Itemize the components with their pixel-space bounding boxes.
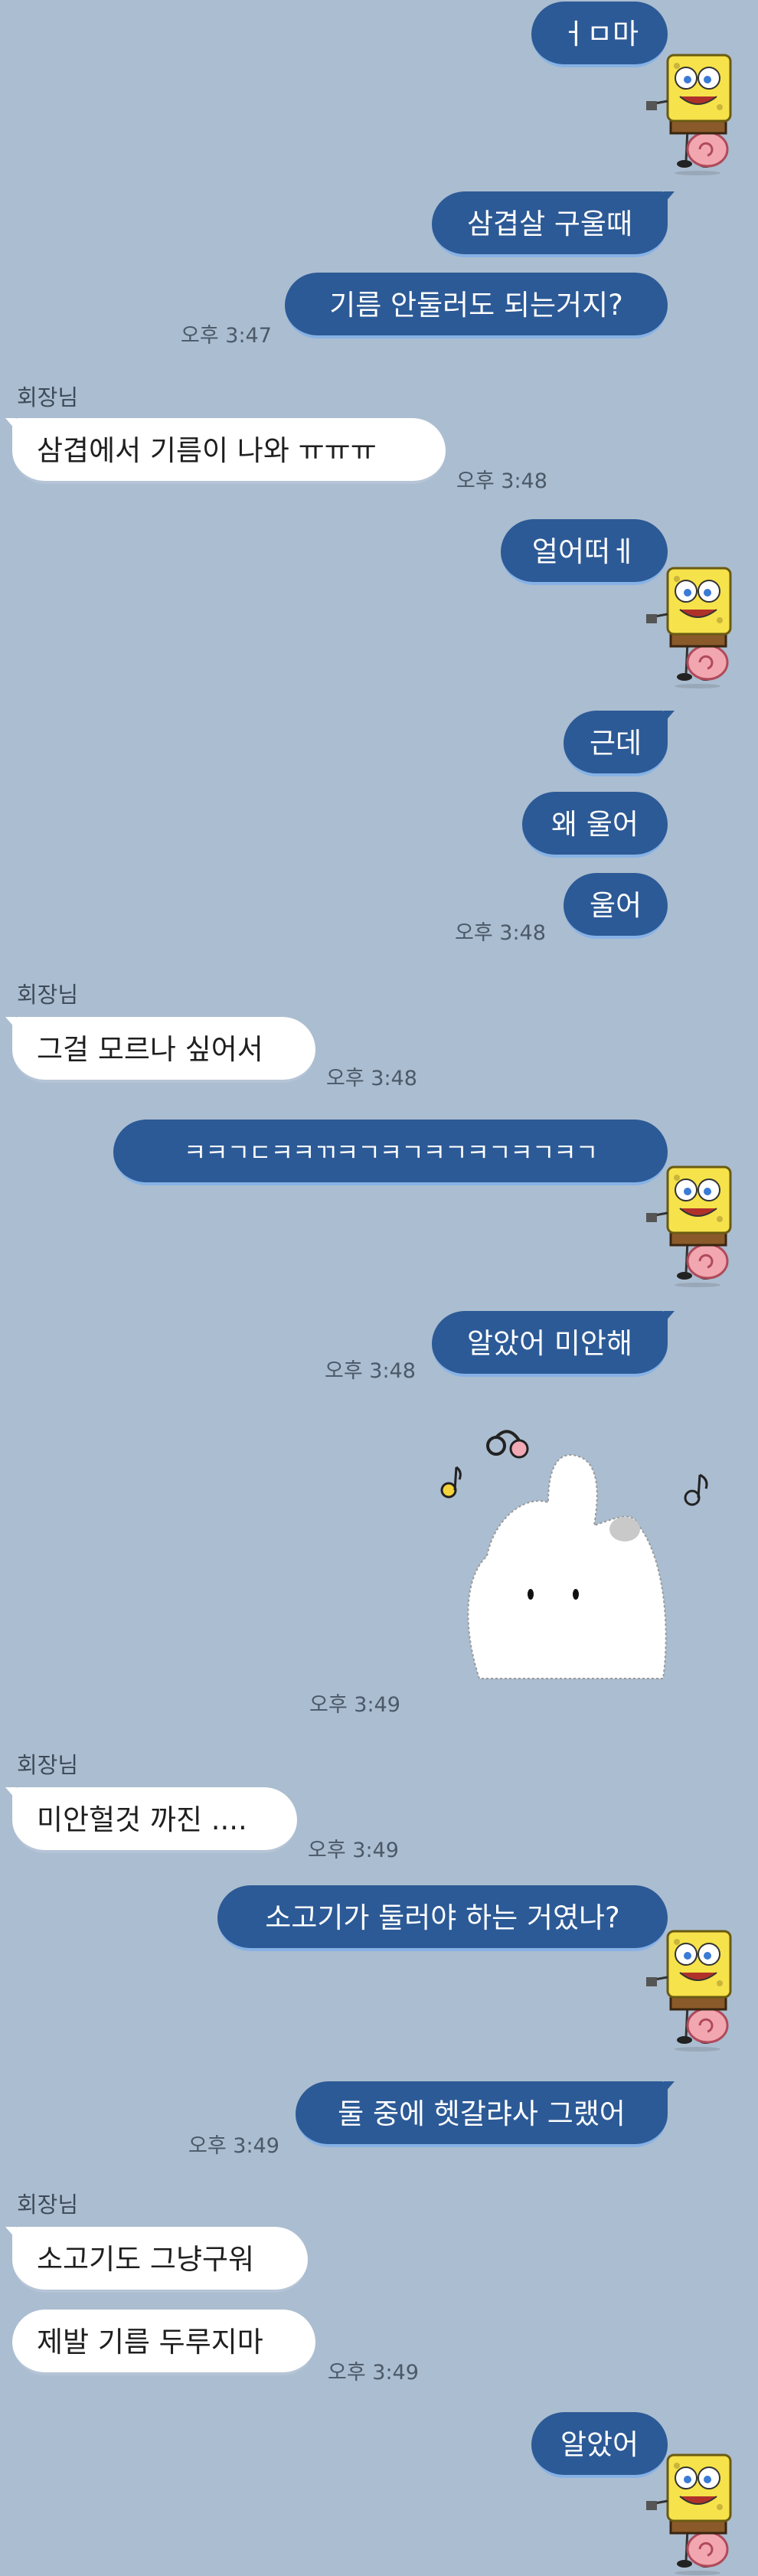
message-timestamp: 오후 3:49 <box>188 2134 279 2158</box>
message-timestamp: 오후 3:49 <box>308 1839 399 1862</box>
message-text: 미안헐것 까진 .... <box>37 1803 247 1836</box>
their-message-bubble[interactable]: 그걸 모르나 싶어서 <box>5 1017 315 1083</box>
sender-name: 회장님 <box>17 384 79 410</box>
profile-avatar-sponge-icon[interactable] <box>640 2446 758 2576</box>
message-text: 기름 안둘러도 되는거지? <box>329 289 623 322</box>
their-message-bubble[interactable]: 삼겹에서 기름이 나와 ㅠㅠㅠ <box>5 418 446 484</box>
my-message-bubble[interactable]: 알았어 미안해 <box>432 1311 675 1377</box>
profile-avatar-sponge-icon[interactable] <box>640 46 758 176</box>
my-message-bubble[interactable]: 소고기가 둘러야 하는 거였나? <box>217 1885 668 1951</box>
message-timestamp: 오후 3:48 <box>326 1067 417 1090</box>
message-text: 삼겹살 구울때 <box>466 208 632 240</box>
message-text: 근데 <box>589 727 642 760</box>
message-text: 울어 <box>589 889 642 922</box>
message-text: 제발 기름 두루지마 <box>37 2326 263 2359</box>
sender-name: 회장님 <box>17 982 79 1008</box>
my-message-bubble[interactable]: 울어 <box>564 873 668 939</box>
message-timestamp: 오후 3:49 <box>328 2361 419 2385</box>
message-text: 알았어 <box>560 2428 639 2461</box>
profile-avatar-sponge-icon[interactable] <box>640 559 758 689</box>
profile-avatar-sponge-icon[interactable] <box>640 1922 758 2052</box>
their-message-bubble[interactable]: 미안헐것 까진 .... <box>5 1787 297 1853</box>
chat-window: ㅓㅁ마 삼겹살 구울때 기름 안둘러도 되는거지? 오후 3:47 회장님 삼겹… <box>0 0 758 2568</box>
message-text: 둘 중에 헷갈랴사 그랬어 <box>338 2097 626 2130</box>
message-text: 소고기가 둘러야 하는 거였나? <box>265 1901 620 1934</box>
bunny-sticker-icon[interactable] <box>433 1403 721 1680</box>
sender-name: 회장님 <box>17 1752 79 1778</box>
message-text: 알았어 미안해 <box>466 1327 632 1360</box>
message-timestamp: 오후 3:48 <box>455 921 546 945</box>
their-message-bubble[interactable]: 제발 기름 두루지마 <box>12 2310 315 2375</box>
my-message-bubble[interactable]: 근데 <box>564 711 675 776</box>
message-timestamp: 오후 3:49 <box>309 1693 400 1717</box>
message-timestamp: 오후 3:47 <box>181 324 272 348</box>
message-text: 그걸 모르나 싶어서 <box>37 1033 263 1066</box>
sender-name: 회장님 <box>17 2192 79 2218</box>
message-text: 왜 울어 <box>551 808 639 841</box>
message-timestamp: 오후 3:48 <box>456 469 547 493</box>
my-message-bubble[interactable]: 왜 울어 <box>522 792 668 858</box>
message-timestamp: 오후 3:48 <box>325 1359 416 1383</box>
their-message-bubble[interactable]: 소고기도 그냥구워 <box>5 2227 308 2293</box>
message-text: ㅋㅋㄱㄷㅋㅋㄲㅋㄱㅋㄱㅋㄱㅋㄱㅋㄱㅋㄱ <box>183 1138 598 1167</box>
message-text: 얼어떠ㅔ <box>531 535 637 568</box>
message-text: 소고기도 그냥구워 <box>37 2243 255 2276</box>
my-message-bubble[interactable]: ㅋㅋㄱㄷㅋㅋㄲㅋㄱㅋㄱㅋㄱㅋㄱㅋㄱㅋㄱ <box>113 1120 668 1185</box>
message-text: 삼겹에서 기름이 나와 ㅠㅠㅠ <box>37 434 377 467</box>
my-message-bubble[interactable]: 둘 중에 헷갈랴사 그랬어 <box>296 2081 675 2147</box>
message-text: ㅓㅁ마 <box>560 18 639 51</box>
my-message-bubble[interactable]: 기름 안둘러도 되는거지? <box>285 273 668 338</box>
my-message-bubble[interactable]: 삼겹살 구울때 <box>432 191 675 257</box>
profile-avatar-sponge-icon[interactable] <box>640 1158 758 1288</box>
